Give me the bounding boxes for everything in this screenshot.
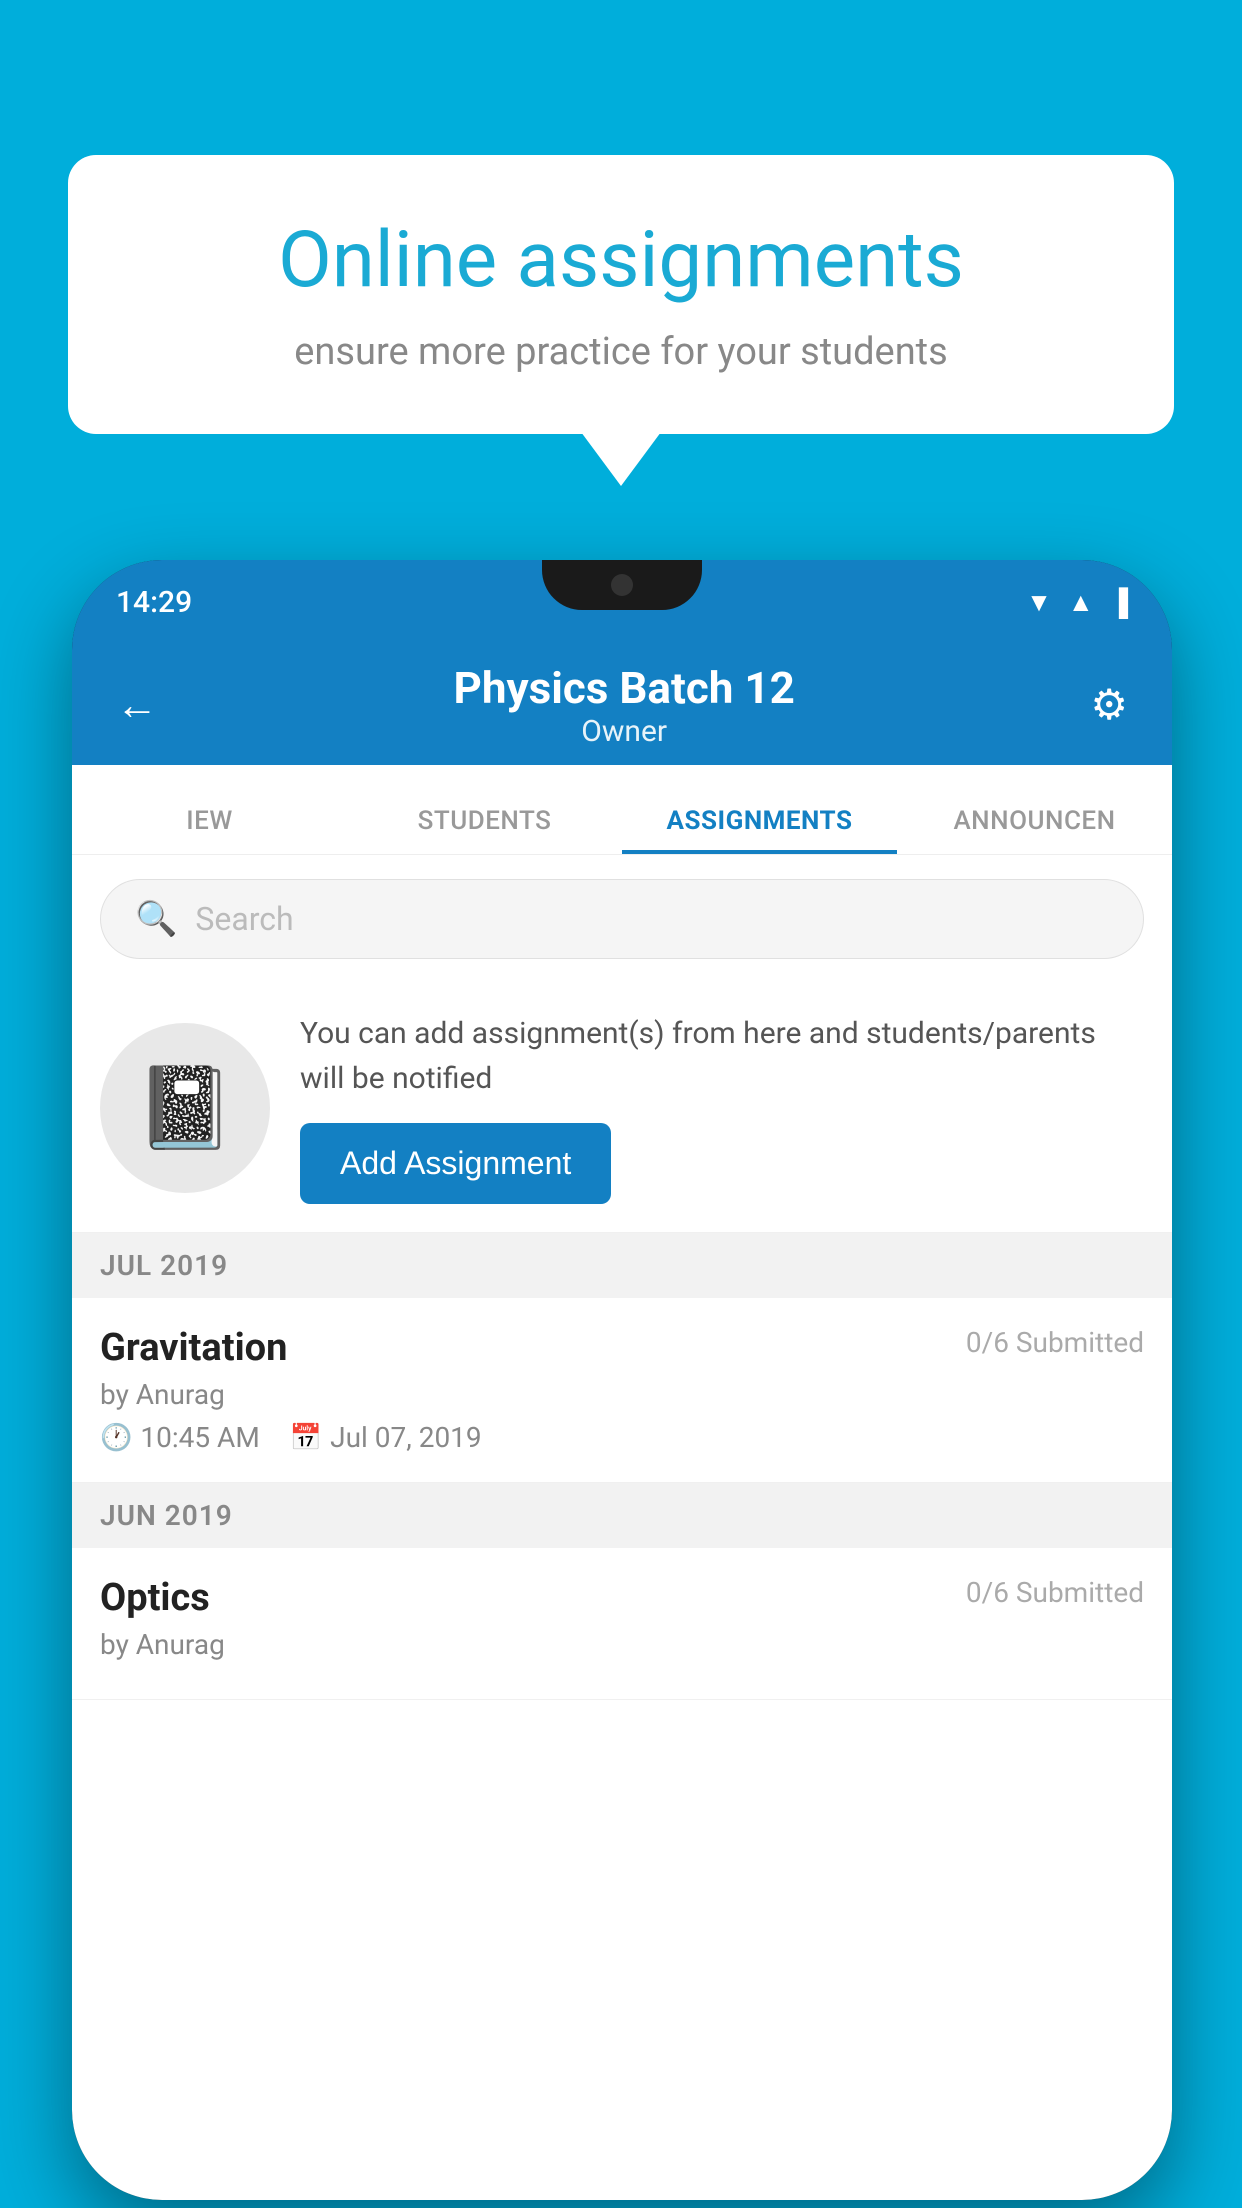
phone-frame: 14:29 ▼ ▲ ▐ ← Physics Batch 12 Owner ⚙ I…	[72, 560, 1172, 2200]
battery-icon: ▐	[1110, 587, 1128, 618]
assignment-item-optics[interactable]: Optics 0/6 Submitted by Anurag	[72, 1548, 1172, 1700]
assignment-by: by Anurag	[100, 1378, 1144, 1411]
info-description: You can add assignment(s) from here and …	[300, 1011, 1144, 1101]
notebook-icon: 📓	[135, 1061, 235, 1155]
assignment-name-2: Optics	[100, 1576, 210, 1620]
speech-bubble: Online assignments ensure more practice …	[68, 155, 1174, 434]
camera	[611, 574, 633, 596]
status-icons: ▼ ▲ ▐	[1026, 587, 1128, 618]
back-button[interactable]: ←	[116, 681, 158, 730]
info-card: 📓 You can add assignment(s) from here an…	[72, 983, 1172, 1233]
bubble-subtitle: ensure more practice for your students	[148, 330, 1094, 374]
status-bar: 14:29 ▼ ▲ ▐	[72, 560, 1172, 645]
assignment-name: Gravitation	[100, 1326, 287, 1370]
tab-announcements[interactable]: ANNOUNCEN	[897, 806, 1172, 854]
phone-content: 🔍 Search 📓 You can add assignment(s) fro…	[72, 855, 1172, 2200]
speech-bubble-container: Online assignments ensure more practice …	[68, 155, 1174, 434]
assignment-submitted: 0/6 Submitted	[966, 1326, 1144, 1359]
section-header-jun: JUN 2019	[72, 1483, 1172, 1548]
assignment-top-2: Optics 0/6 Submitted	[100, 1576, 1144, 1620]
search-icon: 🔍	[135, 899, 177, 939]
assignment-by-2: by Anurag	[100, 1628, 1144, 1661]
assignment-item-gravitation[interactable]: Gravitation 0/6 Submitted by Anurag 🕐 10…	[72, 1298, 1172, 1483]
tab-students[interactable]: STUDENTS	[347, 806, 622, 854]
assignment-date: 📅 Jul 07, 2019	[290, 1421, 482, 1454]
assignment-top: Gravitation 0/6 Submitted	[100, 1326, 1144, 1370]
assignment-time: 🕐 10:45 AM	[100, 1421, 260, 1454]
search-bar[interactable]: 🔍 Search	[100, 879, 1144, 959]
header-title: Physics Batch 12	[453, 662, 794, 714]
tab-assignments[interactable]: ASSIGNMENTS	[622, 806, 897, 854]
assignment-icon-circle: 📓	[100, 1023, 270, 1193]
header-center: Physics Batch 12 Owner	[453, 662, 794, 749]
section-header-jul: JUL 2019	[72, 1233, 1172, 1298]
search-placeholder: Search	[195, 900, 293, 938]
calendar-icon: 📅	[290, 1423, 322, 1453]
assignment-submitted-2: 0/6 Submitted	[966, 1576, 1144, 1609]
add-assignment-button[interactable]: Add Assignment	[300, 1123, 611, 1204]
signal-icon: ▲	[1068, 587, 1094, 618]
info-text: You can add assignment(s) from here and …	[300, 1011, 1144, 1204]
notch	[542, 560, 702, 610]
app-header: ← Physics Batch 12 Owner ⚙	[72, 645, 1172, 765]
wifi-icon: ▼	[1026, 587, 1052, 618]
header-subtitle: Owner	[453, 714, 794, 749]
tabs-bar: IEW STUDENTS ASSIGNMENTS ANNOUNCEN	[72, 765, 1172, 855]
settings-button[interactable]: ⚙	[1090, 680, 1128, 730]
clock-icon: 🕐	[100, 1423, 132, 1453]
bubble-title: Online assignments	[148, 215, 1094, 306]
status-time: 14:29	[116, 585, 192, 620]
tab-iew[interactable]: IEW	[72, 806, 347, 854]
assignment-meta: 🕐 10:45 AM 📅 Jul 07, 2019	[100, 1421, 1144, 1454]
